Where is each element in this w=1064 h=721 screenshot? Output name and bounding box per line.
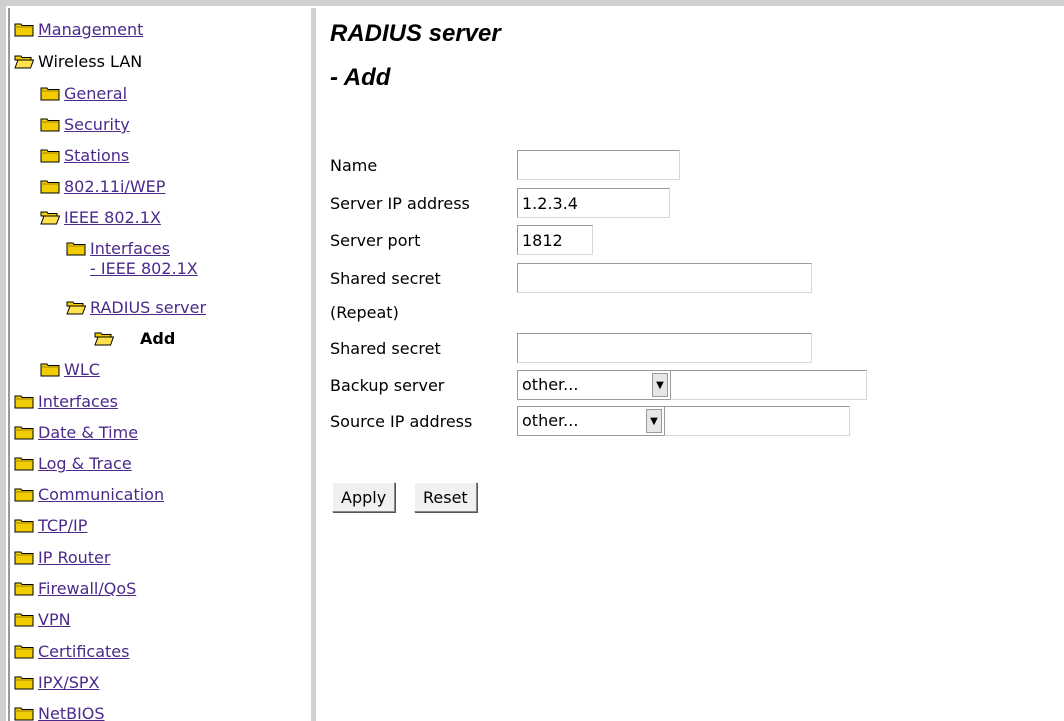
folder-icon	[14, 707, 34, 721]
folder-icon	[14, 488, 34, 502]
chevron-down-icon[interactable]: ▼	[646, 409, 662, 433]
folder-icon	[14, 582, 34, 596]
folder-icon	[14, 676, 34, 690]
page-title: RADIUS server	[330, 20, 501, 47]
sidebar-link-interfaces-line2[interactable]: - IEEE 802.1X	[90, 259, 198, 279]
sidebar-item-date-time[interactable]: Date & Time	[14, 423, 138, 449]
sidebar-link-tcp-ip[interactable]: TCP/IP	[38, 516, 87, 536]
sidebar-item-vpn[interactable]: VPN	[14, 610, 71, 636]
sidebar-link-netbios[interactable]: NetBIOS	[38, 704, 105, 721]
apply-button[interactable]: Apply	[332, 482, 396, 512]
sidebar-item-interfaces-ieee-802-1x[interactable]: Interfaces - IEEE 802.1X	[66, 239, 198, 291]
backup-server-select-value: other...	[522, 375, 579, 394]
source-ip-select-value: other...	[522, 411, 579, 430]
folder-icon	[14, 519, 34, 533]
sidebar-label-wireless-lan: Wireless LAN	[38, 52, 143, 71]
backup-server-label: Backup server	[330, 376, 445, 395]
sidebar-item-tcp-ip[interactable]: TCP/IP	[14, 516, 87, 542]
sidebar-link-ieee-802-1x[interactable]: IEEE 802.1X	[64, 208, 161, 228]
folder-icon	[14, 551, 34, 565]
chevron-down-icon[interactable]: ▼	[652, 373, 668, 397]
sidebar-item-add: Add	[94, 329, 175, 355]
folder-icon	[40, 118, 60, 132]
reset-button[interactable]: Reset	[414, 482, 477, 512]
sidebar-link-interfaces-line1[interactable]: Interfaces	[90, 239, 198, 259]
sidebar-item-802-11i-wep[interactable]: 802.11i/WEP	[40, 177, 165, 203]
folder-icon	[14, 457, 34, 471]
folder-icon	[14, 23, 34, 37]
sidebar-item-ip-router[interactable]: IP Router	[14, 548, 110, 574]
server-port-input[interactable]	[517, 225, 593, 255]
sidebar-link-ip-router[interactable]: IP Router	[38, 548, 110, 568]
sidebar-item-security[interactable]: Security	[40, 115, 130, 141]
backup-server-select[interactable]: other... ▼	[517, 370, 671, 400]
name-label: Name	[330, 156, 378, 175]
shared-secret-repeat-label: Shared secret	[330, 339, 441, 358]
folder-icon	[40, 149, 60, 163]
sidebar-item-ipx-spx[interactable]: IPX/SPX	[14, 673, 99, 699]
shared-secret-repeat-input[interactable]	[517, 333, 812, 363]
folder-icon	[14, 426, 34, 440]
folder-icon	[40, 363, 60, 377]
source-ip-input[interactable]	[664, 406, 850, 436]
sidebar-item-firewall-qos[interactable]: Firewall/QoS	[14, 579, 136, 605]
folder-icon	[14, 395, 34, 409]
sidebar-link-log-trace[interactable]: Log & Trace	[38, 454, 132, 474]
sidebar-link-interfaces[interactable]: Interfaces	[38, 392, 118, 412]
folder-open-icon	[94, 332, 114, 346]
folder-icon	[40, 180, 60, 194]
source-ip-select[interactable]: other... ▼	[517, 406, 665, 436]
folder-open-icon	[66, 301, 86, 315]
sidebar-link-vpn[interactable]: VPN	[38, 610, 71, 630]
sidebar-link-stations[interactable]: Stations	[64, 146, 129, 166]
server-ip-label: Server IP address	[330, 194, 470, 213]
navigation-sidebar: Management Wireless LAN General Security…	[8, 8, 316, 721]
sidebar-item-interfaces[interactable]: Interfaces	[14, 392, 118, 418]
folder-icon	[14, 645, 34, 659]
shared-secret-label: Shared secret	[330, 269, 441, 288]
server-ip-input[interactable]	[517, 188, 670, 218]
repeat-label: (Repeat)	[330, 303, 399, 322]
page-subtitle: - Add	[330, 64, 391, 91]
server-port-label: Server port	[330, 231, 421, 250]
sidebar-item-log-trace[interactable]: Log & Trace	[14, 454, 132, 480]
sidebar-link-communication[interactable]: Communication	[38, 485, 164, 505]
sidebar-link-802-11i-wep[interactable]: 802.11i/WEP	[64, 177, 165, 197]
source-ip-label: Source IP address	[330, 412, 473, 431]
sidebar-link-management[interactable]: Management	[38, 20, 143, 40]
sidebar-link-certificates[interactable]: Certificates	[38, 642, 129, 662]
sidebar-item-wlc[interactable]: WLC	[40, 360, 100, 386]
sidebar-link-radius-server[interactable]: RADIUS server	[90, 298, 206, 318]
sidebar-label-add: Add	[140, 329, 176, 348]
sidebar-item-wireless-lan[interactable]: Wireless LAN	[14, 52, 142, 78]
sidebar-item-ieee-802-1x[interactable]: IEEE 802.1X	[40, 208, 161, 234]
folder-icon	[40, 87, 60, 101]
sidebar-item-management[interactable]: Management	[14, 20, 143, 46]
sidebar-link-wlc[interactable]: WLC	[64, 360, 100, 380]
sidebar-link-ipx-spx[interactable]: IPX/SPX	[38, 673, 99, 693]
folder-open-icon	[40, 211, 60, 225]
sidebar-item-communication[interactable]: Communication	[14, 485, 164, 511]
name-input[interactable]	[517, 150, 680, 180]
shared-secret-input[interactable]	[517, 263, 812, 293]
sidebar-item-stations[interactable]: Stations	[40, 146, 129, 172]
sidebar-item-radius-server[interactable]: RADIUS server	[66, 298, 206, 324]
content-pane: RADIUS server - Add Name Server IP addre…	[320, 8, 1064, 721]
folder-icon	[14, 613, 34, 627]
sidebar-link-general[interactable]: General	[64, 84, 127, 104]
sidebar-item-general[interactable]: General	[40, 84, 127, 110]
sidebar-item-netbios[interactable]: NetBIOS	[14, 704, 105, 721]
folder-icon	[66, 242, 86, 256]
sidebar-link-date-time[interactable]: Date & Time	[38, 423, 138, 443]
folder-open-icon	[14, 55, 34, 69]
backup-server-input[interactable]	[670, 370, 867, 400]
sidebar-link-firewall-qos[interactable]: Firewall/QoS	[38, 579, 136, 599]
sidebar-link-security[interactable]: Security	[64, 115, 130, 135]
sidebar-item-certificates[interactable]: Certificates	[14, 642, 129, 668]
